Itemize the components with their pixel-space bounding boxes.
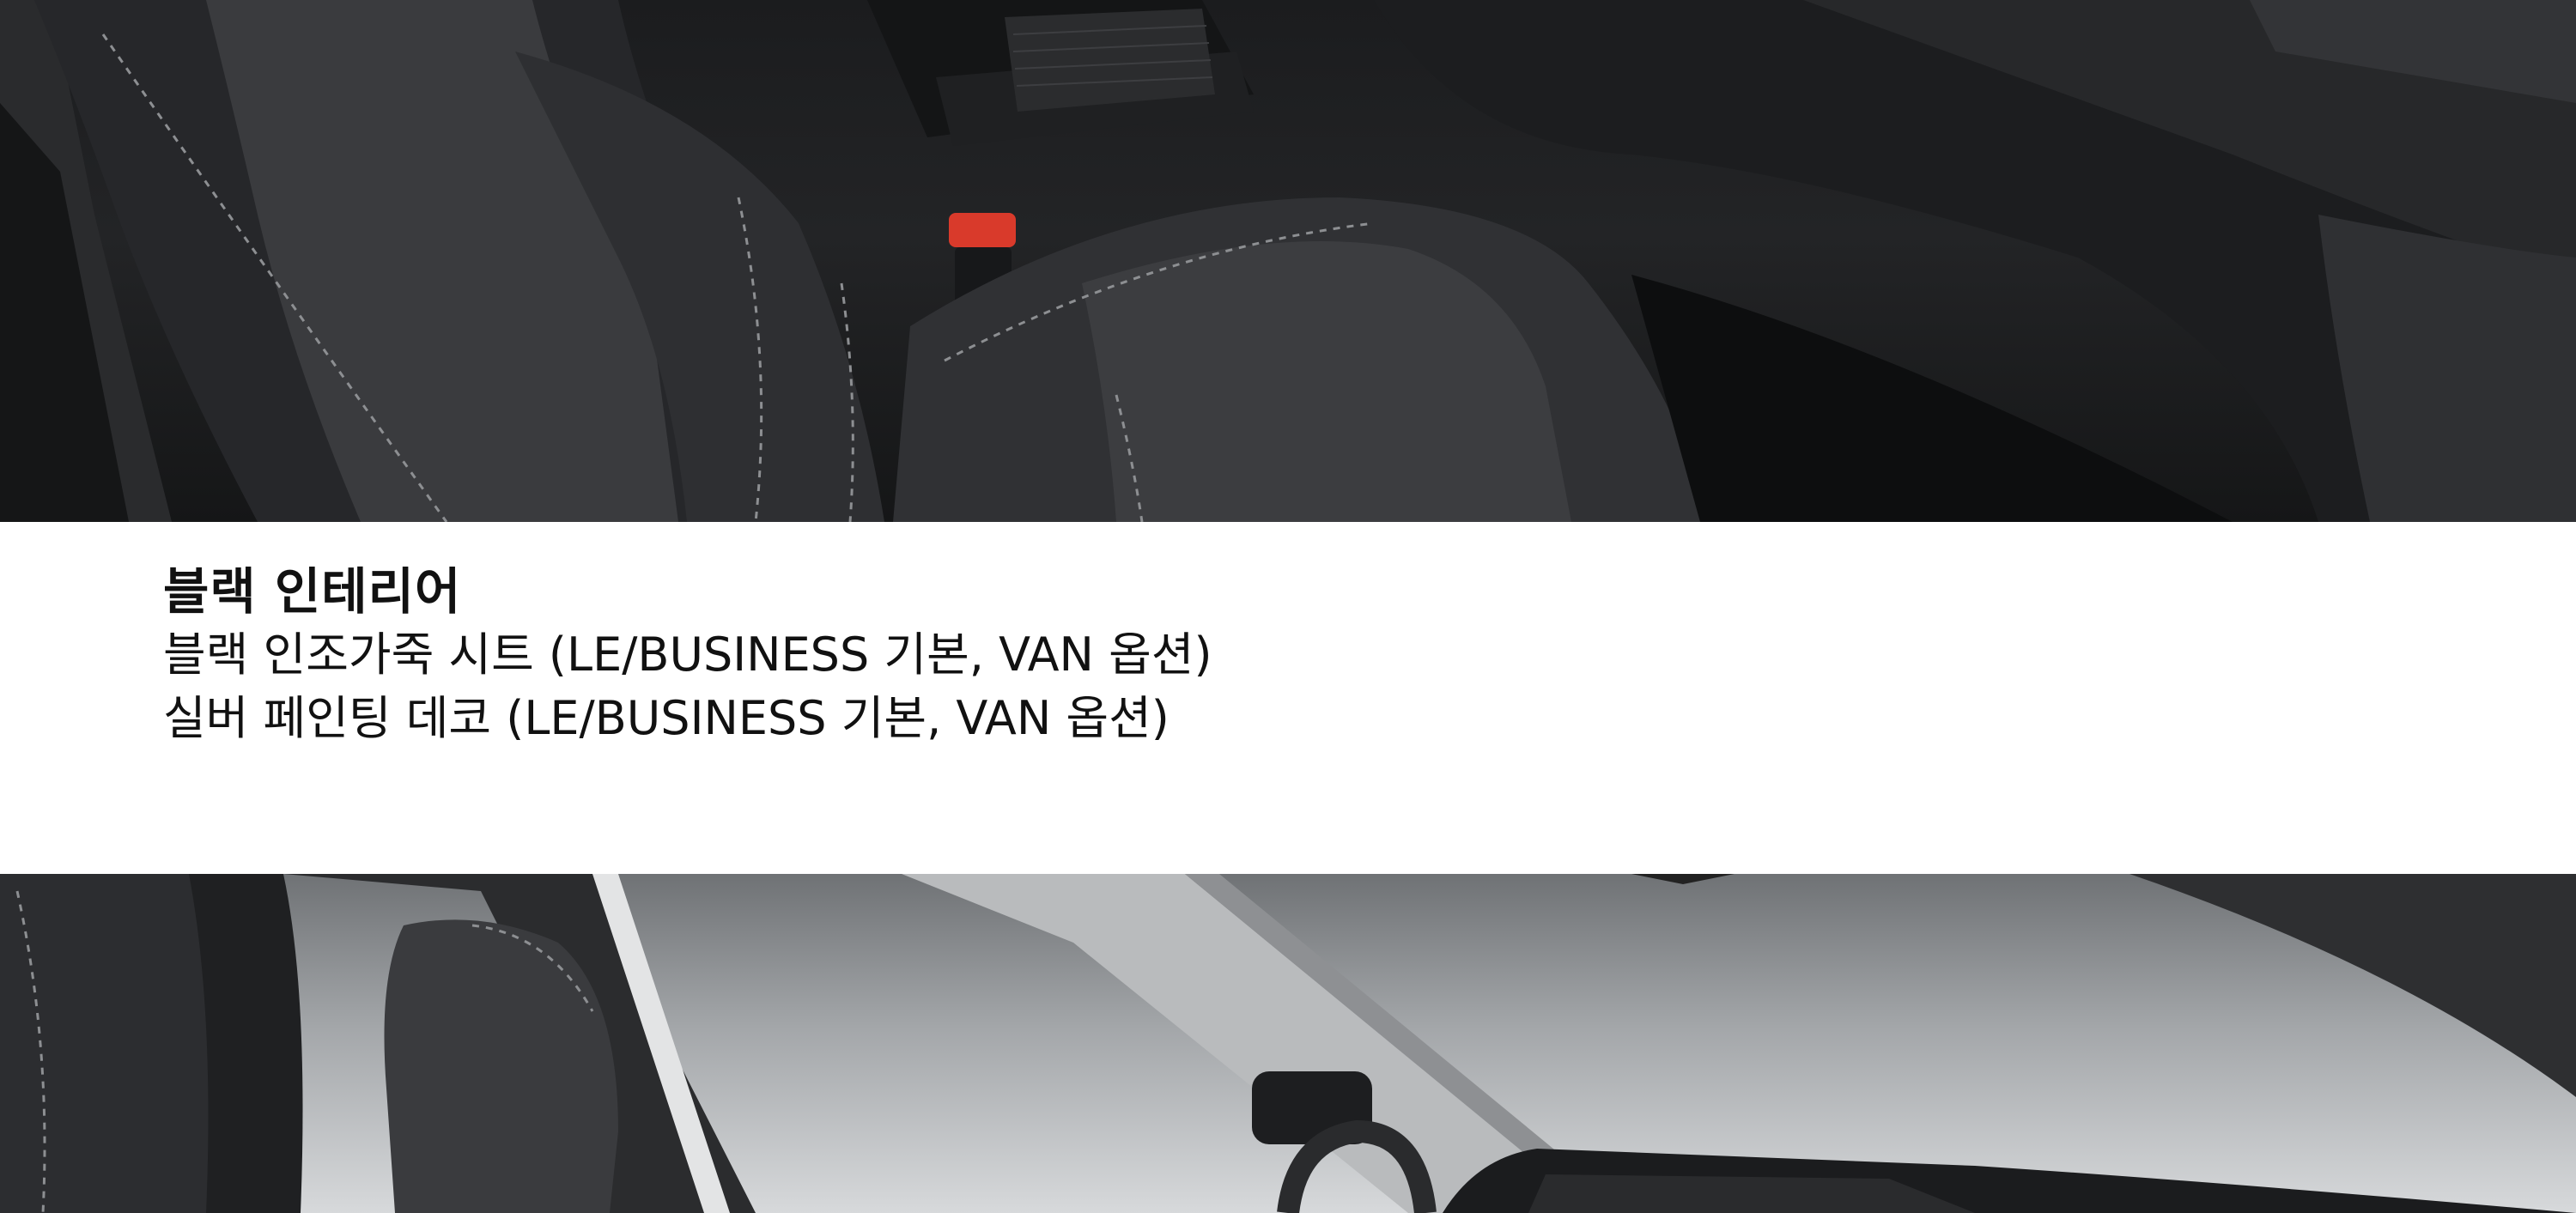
deco-trim-note: 실버 페인팅 데코 (LE/BUSINESS 기본, VAN 옵션)	[163, 691, 1170, 745]
seat-interior-photo	[0, 0, 2576, 522]
cabin-view-illustration	[0, 874, 2576, 1213]
interior-title: 블랙 인테리어	[163, 562, 462, 621]
seat-interior-illustration	[0, 0, 2576, 522]
interior-color-page: 블랙 인테리어 블랙 인조가죽 시트 (LE/BUSINESS 기본, VAN …	[0, 0, 2576, 1213]
seat-belt-buckle-icon	[949, 213, 1016, 247]
seat-material-note: 블랙 인조가죽 시트 (LE/BUSINESS 기본, VAN 옵션)	[163, 628, 1212, 682]
interior-caption: 블랙 인테리어 블랙 인조가죽 시트 (LE/BUSINESS 기본, VAN …	[0, 522, 2576, 874]
cabin-view-photo	[0, 874, 2576, 1213]
